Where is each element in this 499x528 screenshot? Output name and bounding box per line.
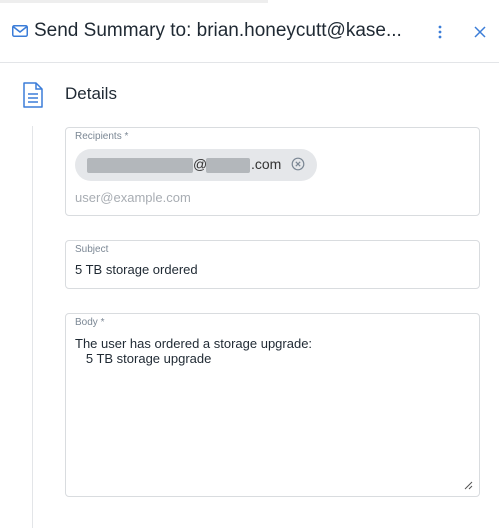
remove-circle-icon[interactable]	[291, 157, 305, 171]
body-value[interactable]: The user has ordered a storage upgrade: …	[75, 336, 312, 366]
body-label: Body *	[75, 317, 105, 328]
redacted-domain	[206, 158, 250, 173]
section-title: Details	[65, 84, 117, 103]
subject-label: Subject	[75, 244, 109, 255]
recipients-label: Recipients *	[75, 131, 129, 142]
subject-field[interactable]: Subject 5 TB storage ordered	[65, 240, 480, 289]
redacted-username	[87, 158, 193, 173]
recipients-field[interactable]: Recipients * @ .com	[65, 127, 480, 216]
subject-value[interactable]: 5 TB storage ordered	[75, 262, 198, 277]
more-vertical-icon[interactable]	[434, 25, 446, 39]
document-icon	[23, 82, 43, 108]
recipient-chip[interactable]: @ .com	[75, 149, 317, 181]
resize-handle-icon[interactable]	[464, 481, 473, 490]
dialog-header: Send Summary to: brian.honeycutt@kase...	[0, 0, 499, 63]
section-rail	[32, 126, 33, 528]
dialog-title: Send Summary to: brian.honeycutt@kase...	[34, 20, 402, 41]
recipient-input[interactable]	[75, 188, 465, 206]
close-icon[interactable]	[474, 26, 486, 38]
chip-domain-suffix: .com	[251, 156, 282, 172]
body-field[interactable]: Body * The user has ordered a storage up…	[65, 313, 480, 497]
mail-icon	[12, 25, 28, 37]
